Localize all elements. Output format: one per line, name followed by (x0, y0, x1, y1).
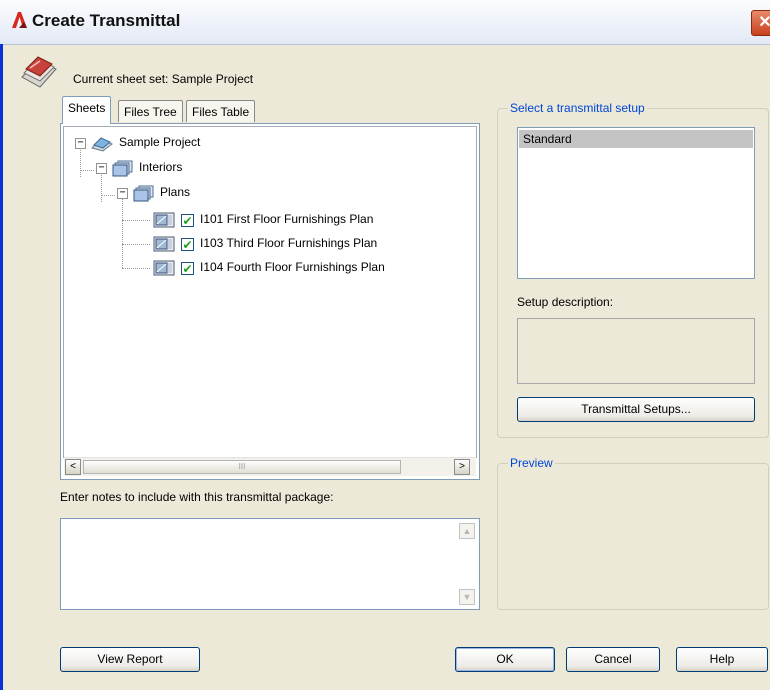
sheet-checkbox[interactable]: ✔ (181, 262, 194, 276)
tab-sheets[interactable]: Sheets (62, 96, 112, 124)
view-report-button[interactable]: View Report (60, 647, 200, 672)
transmittal-setup-group-title: Select a transmittal setup (508, 101, 647, 115)
transmittal-setups-button[interactable]: Transmittal Setups... (517, 397, 755, 422)
autocad-a-icon (12, 12, 27, 28)
scroll-thumb[interactable]: III (83, 460, 401, 474)
root-expander[interactable]: − (75, 138, 86, 149)
notes-textarea[interactable]: ▲ ▼ (60, 518, 480, 610)
sheet-tree[interactable]: − Sample Project − Interiors − Plans ✔ I… (63, 126, 477, 458)
preview-group-title: Preview (508, 456, 555, 470)
scroll-left-button[interactable]: < (65, 459, 81, 475)
notes-scroll-up-button[interactable]: ▲ (459, 523, 475, 539)
setup-description-box (517, 318, 755, 384)
tree-node-sheet[interactable]: I101 First Floor Furnishings Plan (200, 212, 373, 226)
setup-list-item-standard[interactable]: Standard (519, 130, 753, 148)
close-button[interactable]: ✕ (751, 10, 770, 36)
tab-files-tree[interactable]: Files Tree (118, 100, 183, 122)
sheet-checkbox[interactable]: ✔ (181, 238, 194, 252)
window-title: Create Transmittal (32, 11, 181, 30)
cancel-button[interactable]: Cancel (566, 647, 660, 672)
notes-scroll-down-button[interactable]: ▼ (459, 589, 475, 605)
window-border (0, 44, 3, 690)
interiors-expander[interactable]: − (96, 163, 107, 174)
sheet-icon (153, 212, 175, 228)
help-button[interactable]: Help (676, 647, 768, 672)
notes-label: Enter notes to include with this transmi… (60, 490, 334, 504)
ok-button[interactable]: OK (455, 647, 555, 672)
sheet-icon (153, 236, 175, 252)
setup-description-label: Setup description: (517, 295, 614, 309)
tree-node-plans[interactable]: Plans (160, 185, 190, 199)
tree-node-sample-project[interactable]: Sample Project (119, 135, 200, 149)
horizontal-scrollbar[interactable]: < III > (64, 457, 476, 476)
tab-files-table[interactable]: Files Table (186, 100, 256, 122)
tree-node-sheet[interactable]: I104 Fourth Floor Furnishings Plan (200, 260, 385, 274)
tree-node-sheet[interactable]: I103 Third Floor Furnishings Plan (200, 236, 377, 250)
tree-node-interiors[interactable]: Interiors (139, 160, 182, 174)
plans-expander[interactable]: − (117, 188, 128, 199)
preview-group: Preview (497, 456, 769, 610)
sheet-set-node-icon (91, 137, 113, 152)
scroll-right-button[interactable]: > (454, 459, 470, 475)
sheet-checkbox[interactable]: ✔ (181, 214, 194, 228)
subset-folder-icon (112, 160, 133, 177)
subset-folder-icon (133, 185, 154, 202)
sheet-icon (153, 260, 175, 276)
current-sheet-set-label: Current sheet set: Sample Project (73, 72, 254, 86)
sheet-set-icon (21, 56, 57, 88)
transmittal-setup-list[interactable]: Standard (517, 127, 755, 279)
